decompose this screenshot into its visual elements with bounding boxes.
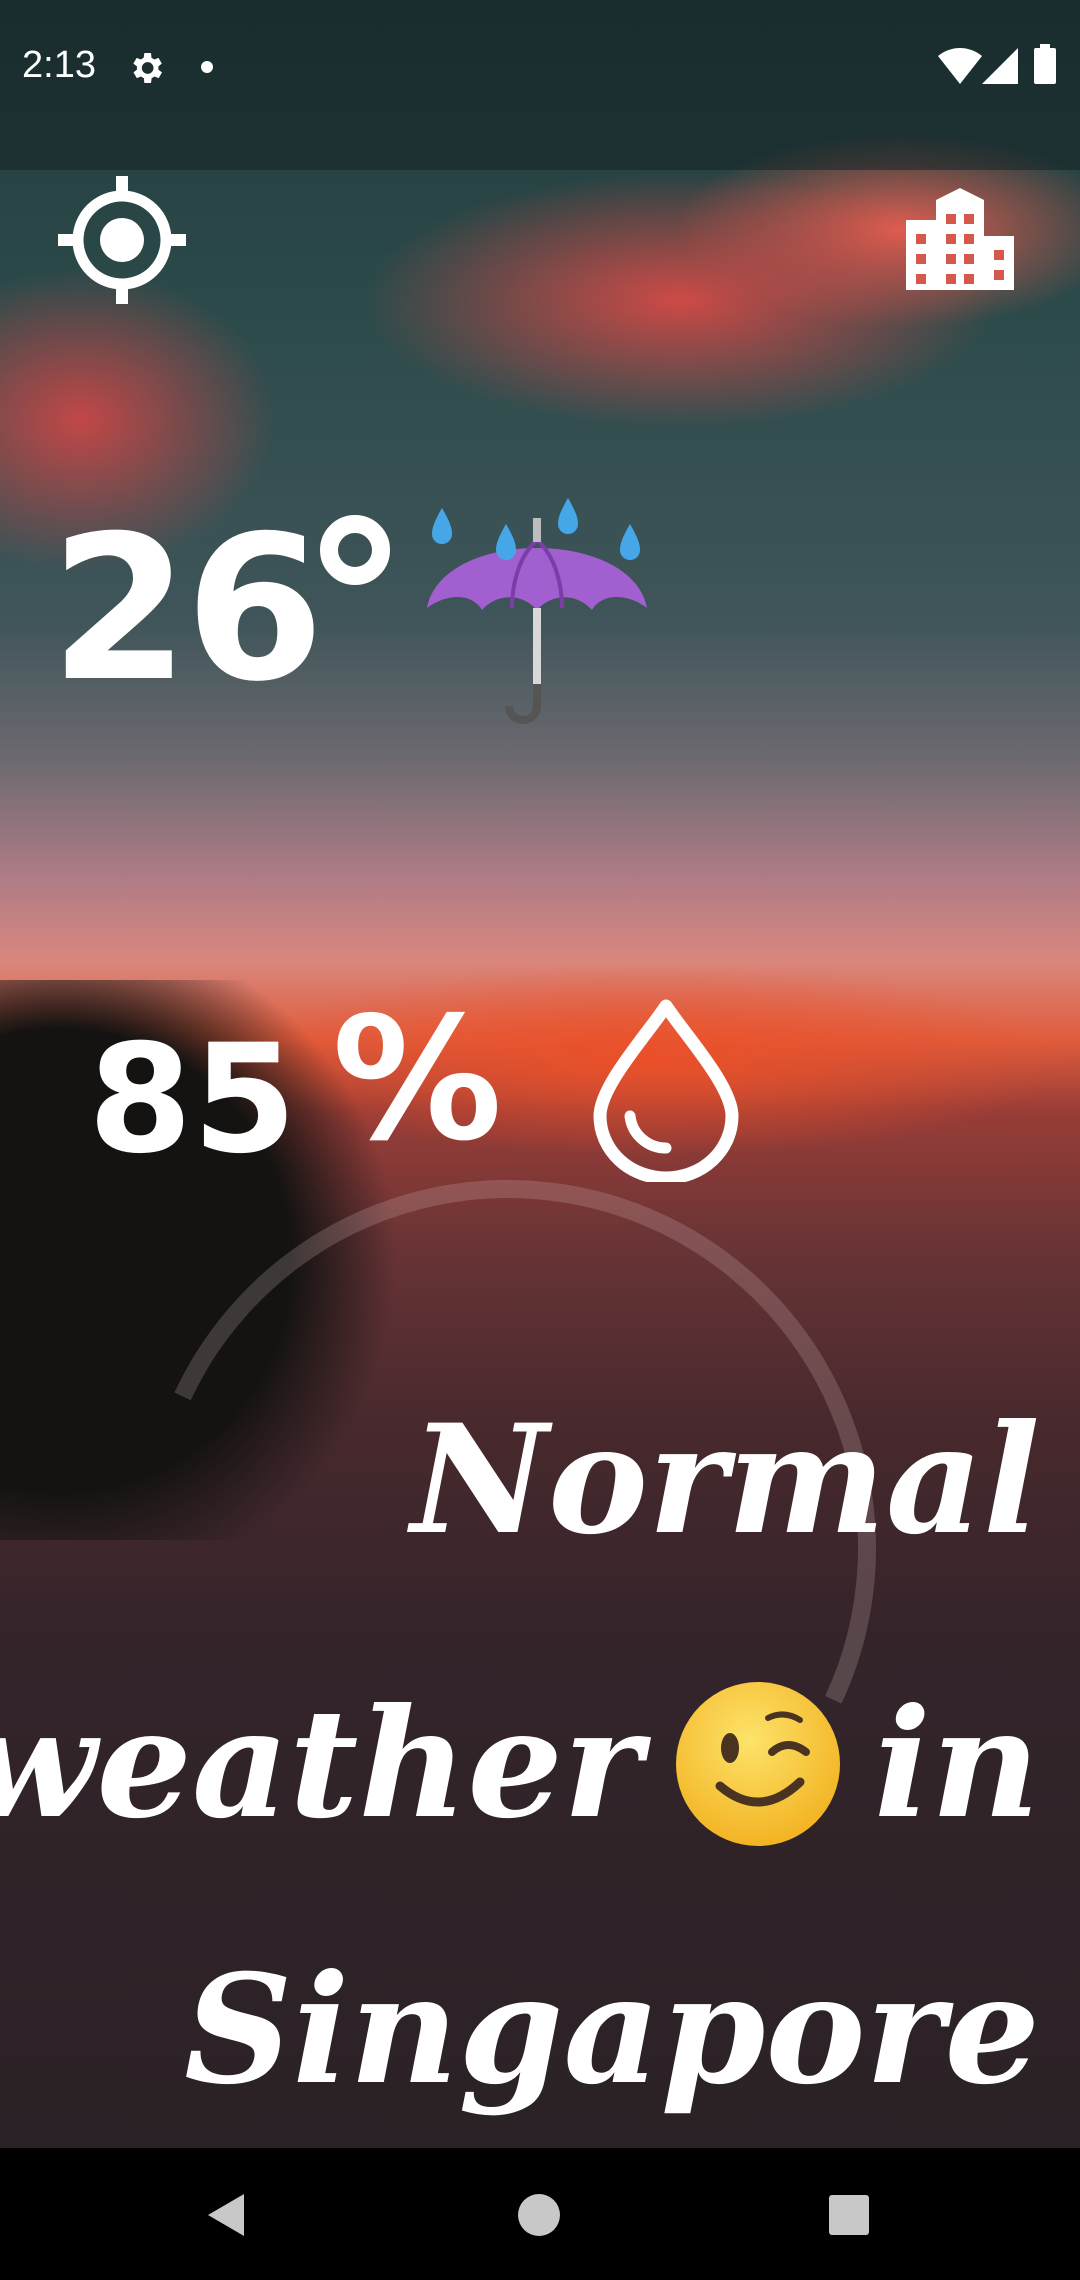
humidity-unit: % <box>332 981 503 1179</box>
current-location-button[interactable] <box>58 176 186 304</box>
choose-city-button[interactable] <box>900 180 1020 300</box>
gear-icon <box>133 53 162 83</box>
status-bar: 2:13 <box>0 0 1080 170</box>
weather-message-line-2: weather in <box>0 1664 1040 1864</box>
back-triangle-icon[interactable] <box>204 2192 248 2238</box>
humidity-value: 85 <box>88 1013 297 1187</box>
city-building-icon <box>906 188 1014 290</box>
temperature-value: 26 <box>50 493 324 726</box>
navigation-bar <box>0 2148 1080 2280</box>
message-word-in: in <box>873 1676 1040 1852</box>
degree-symbol <box>320 515 390 585</box>
battery-icon <box>1034 44 1056 84</box>
weather-message-line-1: Normal <box>410 1392 1040 1568</box>
winking-face-icon <box>675 1682 840 1846</box>
recents-square-icon[interactable] <box>828 2194 870 2236</box>
dot-icon <box>201 61 213 73</box>
weather-screen: 2:13 26 85 % Normal weather in Singapore <box>0 0 1080 2280</box>
status-time: 2:13 <box>22 44 96 86</box>
home-circle-icon[interactable] <box>516 2192 562 2238</box>
gps-crosshair-icon <box>58 176 186 304</box>
message-word-weather: weather <box>0 1676 642 1852</box>
wifi-icon <box>938 48 982 84</box>
signal-icon <box>982 48 1018 84</box>
weather-message-line-3: Singapore <box>184 1942 1040 2118</box>
umbrella-with-rain-icon <box>427 498 647 724</box>
water-drop-icon <box>593 999 739 1182</box>
